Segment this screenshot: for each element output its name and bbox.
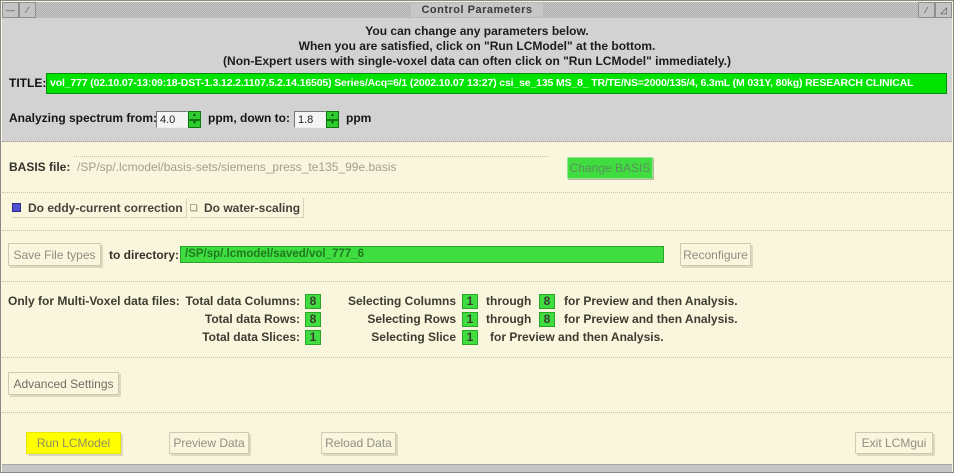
analyze-from-label: Analyzing spectrum from: bbox=[9, 111, 157, 125]
water-scaling-toggle[interactable]: Do water-scaling bbox=[190, 198, 304, 218]
total-rows-value[interactable]: 8 bbox=[305, 312, 321, 327]
total-slices-label: Total data Slices: bbox=[2, 330, 300, 344]
total-rows-label: Total data Rows: bbox=[2, 312, 300, 326]
reload-data-button[interactable]: Reload Data bbox=[321, 432, 396, 454]
spinner-up-icon[interactable]: ▲ bbox=[188, 111, 201, 120]
run-lcmodel-button[interactable]: Run LCModel bbox=[26, 432, 121, 454]
slice-suffix-label: for Preview and then Analysis. bbox=[490, 330, 664, 344]
analyze-row: Analyzing spectrum from: ▲ ▼ ppm, down t… bbox=[9, 111, 939, 131]
title-label: TITLE: bbox=[9, 76, 46, 90]
separator-2 bbox=[2, 230, 952, 231]
separator-1 bbox=[2, 192, 952, 193]
ppm-to-input[interactable] bbox=[294, 111, 326, 128]
checkbox-checked-icon[interactable] bbox=[12, 203, 21, 212]
basis-field-rule bbox=[74, 156, 549, 157]
exit-lcmgui-button[interactable]: Exit LCMgui bbox=[855, 432, 933, 454]
header-panel: You can change any parameters below. Whe… bbox=[2, 18, 952, 142]
rows-suffix-label: for Preview and then Analysis. bbox=[564, 312, 738, 326]
selecting-slice-value[interactable]: 1 bbox=[462, 330, 478, 345]
total-columns-label: Total data Columns: bbox=[2, 294, 300, 308]
checkbox-unchecked-icon[interactable] bbox=[190, 204, 197, 211]
selecting-columns-to[interactable]: 8 bbox=[539, 294, 555, 309]
columns-suffix-label: for Preview and then Analysis. bbox=[564, 294, 738, 308]
change-basis-button[interactable]: Change BASIS bbox=[567, 157, 653, 179]
separator-4 bbox=[2, 357, 952, 358]
total-slices-value[interactable]: 1 bbox=[305, 330, 321, 345]
selecting-rows-from[interactable]: 1 bbox=[462, 312, 478, 327]
maximize-icon[interactable]: ◿ bbox=[935, 2, 952, 18]
through-label: through bbox=[486, 294, 531, 308]
analyze-end-label: ppm bbox=[346, 111, 371, 125]
reconfigure-button[interactable]: Reconfigure bbox=[680, 243, 751, 266]
selecting-columns-from[interactable]: 1 bbox=[462, 294, 478, 309]
instruction-line-3: (Non-Expert users with single-voxel data… bbox=[2, 54, 952, 69]
selecting-slice-label: Selecting Slice bbox=[332, 330, 456, 344]
through-label: through bbox=[486, 312, 531, 326]
water-scaling-label: Do water-scaling bbox=[204, 201, 300, 215]
total-columns-value[interactable]: 8 bbox=[305, 294, 321, 309]
advanced-settings-button[interactable]: Advanced Settings bbox=[8, 372, 119, 395]
title-row: TITLE: vol_777 (02.10.07-13:09:18-DST-1.… bbox=[9, 73, 947, 94]
multivoxel-row-rows: Total data Rows: 8 Selecting Rows 1 thro… bbox=[2, 312, 952, 330]
to-directory-label: to directory: bbox=[109, 248, 179, 262]
separator-3 bbox=[2, 281, 952, 282]
basis-path[interactable]: /SP/sp/.lcmodel/basis-sets/siemens_press… bbox=[77, 160, 397, 174]
window-title-area: Control Parameters bbox=[36, 2, 918, 18]
save-file-types-button[interactable]: Save File types bbox=[8, 243, 101, 266]
separator-5 bbox=[2, 412, 952, 413]
window-bottom-border bbox=[2, 464, 952, 472]
analyze-mid-label: ppm, down to: bbox=[208, 111, 290, 125]
instruction-line-2: When you are satisfied, click on "Run LC… bbox=[2, 39, 952, 54]
multivoxel-row-columns: Only for Multi-Voxel data files: Total d… bbox=[2, 294, 952, 312]
window-menu-icon[interactable]: — bbox=[2, 2, 19, 18]
title-value-field[interactable]: vol_777 (02.10.07-13:09:18-DST-1.3.12.2.… bbox=[46, 73, 947, 94]
minimize-icon[interactable]: ∕ bbox=[918, 2, 935, 18]
spinner-up-icon[interactable]: ▲ bbox=[326, 111, 339, 120]
save-directory-field[interactable]: /SP/sp/.lcmodel/saved/vol_777_6 bbox=[180, 246, 664, 263]
preview-data-button[interactable]: Preview Data bbox=[169, 432, 249, 454]
selecting-rows-label: Selecting Rows bbox=[332, 312, 456, 326]
selecting-rows-to[interactable]: 8 bbox=[539, 312, 555, 327]
ppm-to-spinner: ▲ ▼ bbox=[326, 111, 339, 128]
instructions: You can change any parameters below. Whe… bbox=[2, 24, 952, 69]
eddy-current-label: Do eddy-current correction bbox=[28, 201, 183, 215]
ppm-from-input[interactable] bbox=[156, 111, 188, 128]
titlebar: — ∕ Control Parameters ∕ ◿ bbox=[2, 2, 952, 18]
main-panel: BASIS file: /SP/sp/.lcmodel/basis-sets/s… bbox=[2, 143, 952, 463]
spinner-down-icon[interactable]: ▼ bbox=[188, 120, 201, 129]
spinner-down-icon[interactable]: ▼ bbox=[326, 120, 339, 129]
instruction-line-1: You can change any parameters below. bbox=[2, 24, 952, 39]
window-shade-icon[interactable]: ∕ bbox=[19, 2, 36, 18]
eddy-current-toggle[interactable]: Do eddy-current correction bbox=[12, 198, 187, 218]
basis-file-label: BASIS file: bbox=[9, 160, 70, 174]
window-title: Control Parameters bbox=[411, 3, 542, 17]
ppm-from-spinner: ▲ ▼ bbox=[188, 111, 201, 128]
control-parameters-window: — ∕ Control Parameters ∕ ◿ You can chang… bbox=[0, 0, 954, 473]
selecting-columns-label: Selecting Columns bbox=[332, 294, 456, 308]
multivoxel-row-slices: Total data Slices: 1 Selecting Slice 1 f… bbox=[2, 330, 952, 348]
